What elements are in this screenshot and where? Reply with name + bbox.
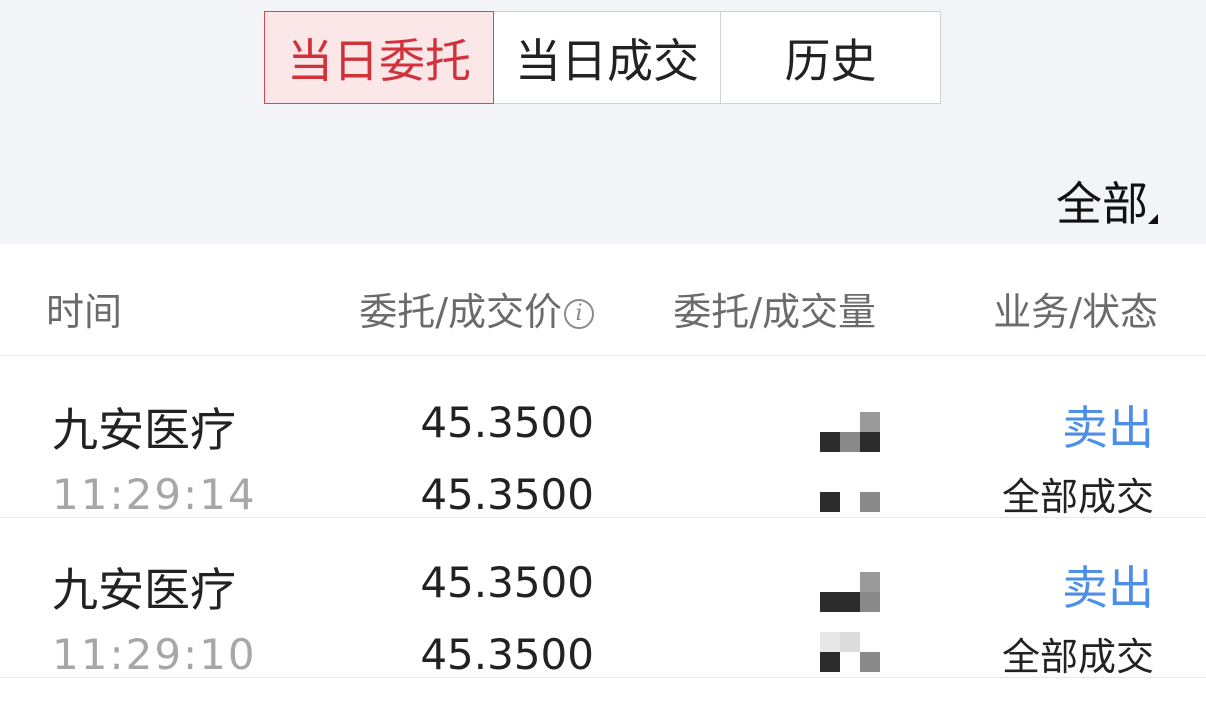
order-time: 11:29:14 xyxy=(52,470,257,519)
quantity-mosaic xyxy=(768,358,952,516)
tab-history[interactable]: 历史 xyxy=(721,11,941,104)
tab-today-orders[interactable]: 当日委托 xyxy=(264,11,494,104)
stock-name: 九安医疗 xyxy=(52,403,236,457)
deal-price: 45.3500 xyxy=(420,630,594,679)
side-sell: 卖出 xyxy=(1062,401,1154,455)
filter-dropdown[interactable]: 全部 xyxy=(1056,168,1148,234)
stock-name: 九安医疗 xyxy=(52,563,236,617)
table-row[interactable]: 九安医疗 11:29:10 45.3500 45.3500 卖出 全部成交 xyxy=(0,518,1206,679)
header-quantity: 委托/成交量 xyxy=(673,290,876,334)
tab-today-deals[interactable]: 当日成交 xyxy=(494,11,721,104)
order-time: 11:29:10 xyxy=(52,630,257,679)
deal-price: 45.3500 xyxy=(420,470,594,519)
header-time: 时间 xyxy=(46,290,123,334)
order-status: 全部成交 xyxy=(1001,475,1154,519)
tab-bar: 当日委托 当日成交 历史 xyxy=(264,11,941,104)
order-status: 全部成交 xyxy=(1001,635,1154,679)
quantity-mosaic xyxy=(768,518,952,676)
header-price-label: 委托/成交价 xyxy=(359,290,562,334)
header-price: 委托/成交价 i xyxy=(359,281,594,336)
table-row[interactable]: 九安医疗 11:29:14 45.3500 45.3500 卖出 全部成交 xyxy=(0,358,1206,519)
order-price: 45.3500 xyxy=(420,558,594,607)
order-price: 45.3500 xyxy=(420,398,594,447)
top-area: 当日委托 当日成交 历史 全部 xyxy=(0,0,1206,244)
table-header: 时间 委托/成交价 i 委托/成交量 业务/状态 xyxy=(0,244,1206,356)
dropdown-caret-icon[interactable] xyxy=(1148,214,1158,224)
side-sell: 卖出 xyxy=(1062,561,1154,615)
info-icon[interactable]: i xyxy=(564,299,594,329)
header-status: 业务/状态 xyxy=(993,290,1158,334)
